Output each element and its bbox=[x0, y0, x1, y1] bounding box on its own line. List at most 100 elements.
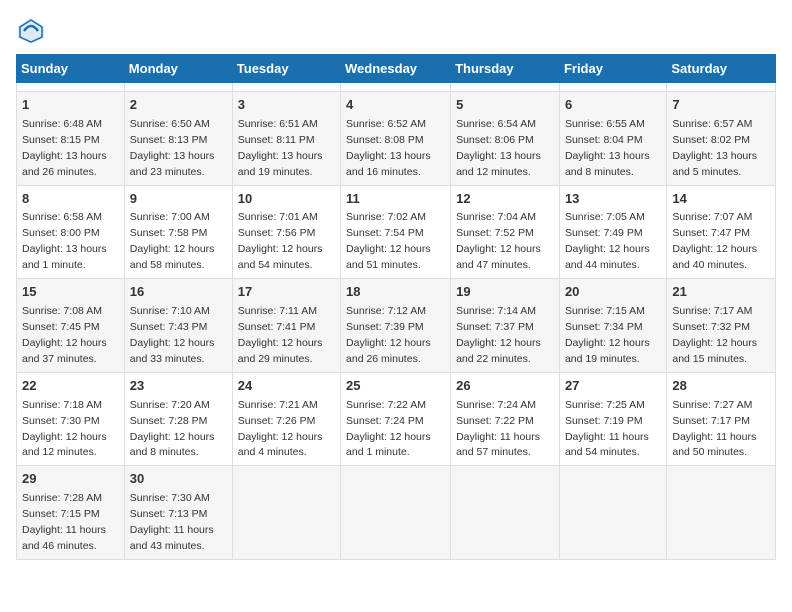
col-header-monday: Monday bbox=[124, 55, 232, 83]
day-info: Sunrise: 7:04 AM Sunset: 7:52 PM Dayligh… bbox=[456, 211, 541, 271]
calendar-cell: 29 Sunrise: 7:28 AM Sunset: 7:15 PM Dayli… bbox=[17, 466, 125, 560]
calendar-cell: 26 Sunrise: 7:24 AM Sunset: 7:22 PM Dayli… bbox=[451, 372, 560, 466]
header-row: SundayMondayTuesdayWednesdayThursdayFrid… bbox=[17, 55, 776, 83]
day-info: Sunrise: 7:20 AM Sunset: 7:28 PM Dayligh… bbox=[130, 399, 215, 459]
calendar-cell: 12Sunrise: 7:04 AM Sunset: 7:52 PM Dayli… bbox=[451, 185, 560, 279]
day-info: Sunrise: 7:27 AM Sunset: 7:17 PM Dayligh… bbox=[672, 399, 756, 459]
day-info: Sunrise: 7:25 AM Sunset: 7:19 PM Dayligh… bbox=[565, 399, 649, 459]
day-number: 25 bbox=[346, 377, 445, 396]
calendar-cell: 22 Sunrise: 7:18 AM Sunset: 7:30 PM Dayli… bbox=[17, 372, 125, 466]
day-number: 7 bbox=[672, 96, 770, 115]
day-number: 4 bbox=[346, 96, 445, 115]
week-row bbox=[17, 83, 776, 92]
day-number: 11 bbox=[346, 190, 445, 209]
col-header-friday: Friday bbox=[559, 55, 666, 83]
day-info: Sunrise: 7:00 AM Sunset: 7:58 PM Dayligh… bbox=[130, 211, 215, 271]
day-info: Sunrise: 7:24 AM Sunset: 7:22 PM Dayligh… bbox=[456, 399, 540, 459]
day-info: Sunrise: 6:48 AM Sunset: 8:15 PM Dayligh… bbox=[22, 118, 107, 178]
calendar-cell bbox=[451, 466, 560, 560]
day-info: Sunrise: 6:50 AM Sunset: 8:13 PM Dayligh… bbox=[130, 118, 215, 178]
calendar-cell: 15 Sunrise: 7:08 AM Sunset: 7:45 PM Dayli… bbox=[17, 279, 125, 373]
day-info: Sunrise: 7:02 AM Sunset: 7:54 PM Dayligh… bbox=[346, 211, 431, 271]
day-info: Sunrise: 6:55 AM Sunset: 8:04 PM Dayligh… bbox=[565, 118, 650, 178]
calendar-cell: 10 Sunrise: 7:01 AM Sunset: 7:56 PM Dayli… bbox=[232, 185, 340, 279]
calendar-cell: 13Sunrise: 7:05 AM Sunset: 7:49 PM Dayli… bbox=[559, 185, 666, 279]
calendar-cell bbox=[232, 466, 340, 560]
calendar-cell bbox=[124, 83, 232, 92]
col-header-thursday: Thursday bbox=[451, 55, 560, 83]
day-info: Sunrise: 7:12 AM Sunset: 7:39 PM Dayligh… bbox=[346, 305, 431, 365]
day-number: 29 bbox=[22, 470, 119, 489]
calendar-cell: 27 Sunrise: 7:25 AM Sunset: 7:19 PM Dayli… bbox=[559, 372, 666, 466]
day-info: Sunrise: 7:18 AM Sunset: 7:30 PM Dayligh… bbox=[22, 399, 107, 459]
calendar-cell bbox=[451, 83, 560, 92]
calendar-cell: 11 Sunrise: 7:02 AM Sunset: 7:54 PM Dayli… bbox=[341, 185, 451, 279]
calendar-cell bbox=[341, 466, 451, 560]
day-info: Sunrise: 6:54 AM Sunset: 8:06 PM Dayligh… bbox=[456, 118, 541, 178]
calendar-cell: 24 Sunrise: 7:21 AM Sunset: 7:26 PM Dayli… bbox=[232, 372, 340, 466]
day-number: 15 bbox=[22, 283, 119, 302]
day-info: Sunrise: 7:21 AM Sunset: 7:26 PM Dayligh… bbox=[238, 399, 323, 459]
calendar-cell: 17Sunrise: 7:11 AM Sunset: 7:41 PM Dayli… bbox=[232, 279, 340, 373]
day-info: Sunrise: 7:01 AM Sunset: 7:56 PM Dayligh… bbox=[238, 211, 323, 271]
calendar-cell: 4 Sunrise: 6:52 AM Sunset: 8:08 PM Daylig… bbox=[341, 92, 451, 186]
day-number: 26 bbox=[456, 377, 554, 396]
calendar-cell bbox=[559, 466, 666, 560]
calendar-cell: 9 Sunrise: 7:00 AM Sunset: 7:58 PM Daylig… bbox=[124, 185, 232, 279]
day-number: 19 bbox=[456, 283, 554, 302]
day-number: 2 bbox=[130, 96, 227, 115]
calendar-cell bbox=[559, 83, 666, 92]
calendar-cell: 14 Sunrise: 7:07 AM Sunset: 7:47 PM Dayli… bbox=[667, 185, 776, 279]
col-header-saturday: Saturday bbox=[667, 55, 776, 83]
day-number: 24 bbox=[238, 377, 335, 396]
calendar-cell bbox=[341, 83, 451, 92]
calendar-cell: 8 Sunrise: 6:58 AM Sunset: 8:00 PM Daylig… bbox=[17, 185, 125, 279]
week-row: 29 Sunrise: 7:28 AM Sunset: 7:15 PM Dayli… bbox=[17, 466, 776, 560]
day-info: Sunrise: 7:08 AM Sunset: 7:45 PM Dayligh… bbox=[22, 305, 107, 365]
calendar-cell: 5Sunrise: 6:54 AM Sunset: 8:06 PM Daylig… bbox=[451, 92, 560, 186]
day-number: 20 bbox=[565, 283, 661, 302]
day-number: 8 bbox=[22, 190, 119, 209]
day-number: 3 bbox=[238, 96, 335, 115]
day-info: Sunrise: 7:07 AM Sunset: 7:47 PM Dayligh… bbox=[672, 211, 757, 271]
day-number: 28 bbox=[672, 377, 770, 396]
day-info: Sunrise: 7:11 AM Sunset: 7:41 PM Dayligh… bbox=[238, 305, 323, 365]
day-info: Sunrise: 6:52 AM Sunset: 8:08 PM Dayligh… bbox=[346, 118, 431, 178]
calendar-cell bbox=[667, 466, 776, 560]
day-info: Sunrise: 7:28 AM Sunset: 7:15 PM Dayligh… bbox=[22, 492, 106, 552]
calendar-table: SundayMondayTuesdayWednesdayThursdayFrid… bbox=[16, 54, 776, 560]
day-number: 10 bbox=[238, 190, 335, 209]
calendar-cell bbox=[667, 83, 776, 92]
calendar-cell: 6 Sunrise: 6:55 AM Sunset: 8:04 PM Daylig… bbox=[559, 92, 666, 186]
day-number: 22 bbox=[22, 377, 119, 396]
calendar-cell: 19Sunrise: 7:14 AM Sunset: 7:37 PM Dayli… bbox=[451, 279, 560, 373]
week-row: 22 Sunrise: 7:18 AM Sunset: 7:30 PM Dayli… bbox=[17, 372, 776, 466]
week-row: 8 Sunrise: 6:58 AM Sunset: 8:00 PM Daylig… bbox=[17, 185, 776, 279]
logo bbox=[16, 16, 50, 46]
day-info: Sunrise: 7:05 AM Sunset: 7:49 PM Dayligh… bbox=[565, 211, 650, 271]
calendar-cell bbox=[232, 83, 340, 92]
calendar-cell: 21Sunrise: 7:17 AM Sunset: 7:32 PM Dayli… bbox=[667, 279, 776, 373]
week-row: 15 Sunrise: 7:08 AM Sunset: 7:45 PM Dayli… bbox=[17, 279, 776, 373]
day-number: 14 bbox=[672, 190, 770, 209]
calendar-cell bbox=[17, 83, 125, 92]
day-number: 9 bbox=[130, 190, 227, 209]
day-info: Sunrise: 7:30 AM Sunset: 7:13 PM Dayligh… bbox=[130, 492, 214, 552]
calendar-cell: 30Sunrise: 7:30 AM Sunset: 7:13 PM Dayli… bbox=[124, 466, 232, 560]
calendar-cell: 20 Sunrise: 7:15 AM Sunset: 7:34 PM Dayli… bbox=[559, 279, 666, 373]
col-header-tuesday: Tuesday bbox=[232, 55, 340, 83]
calendar-cell: 7Sunrise: 6:57 AM Sunset: 8:02 PM Daylig… bbox=[667, 92, 776, 186]
day-info: Sunrise: 7:10 AM Sunset: 7:43 PM Dayligh… bbox=[130, 305, 215, 365]
day-number: 21 bbox=[672, 283, 770, 302]
calendar-cell: 1Sunrise: 6:48 AM Sunset: 8:15 PM Daylig… bbox=[17, 92, 125, 186]
day-info: Sunrise: 6:51 AM Sunset: 8:11 PM Dayligh… bbox=[238, 118, 323, 178]
day-number: 27 bbox=[565, 377, 661, 396]
day-number: 18 bbox=[346, 283, 445, 302]
day-info: Sunrise: 7:15 AM Sunset: 7:34 PM Dayligh… bbox=[565, 305, 650, 365]
calendar-cell: 23Sunrise: 7:20 AM Sunset: 7:28 PM Dayli… bbox=[124, 372, 232, 466]
day-info: Sunrise: 7:22 AM Sunset: 7:24 PM Dayligh… bbox=[346, 399, 431, 459]
calendar-cell: 28 Sunrise: 7:27 AM Sunset: 7:17 PM Dayli… bbox=[667, 372, 776, 466]
logo-icon bbox=[16, 16, 46, 46]
day-info: Sunrise: 6:58 AM Sunset: 8:00 PM Dayligh… bbox=[22, 211, 107, 271]
day-number: 6 bbox=[565, 96, 661, 115]
